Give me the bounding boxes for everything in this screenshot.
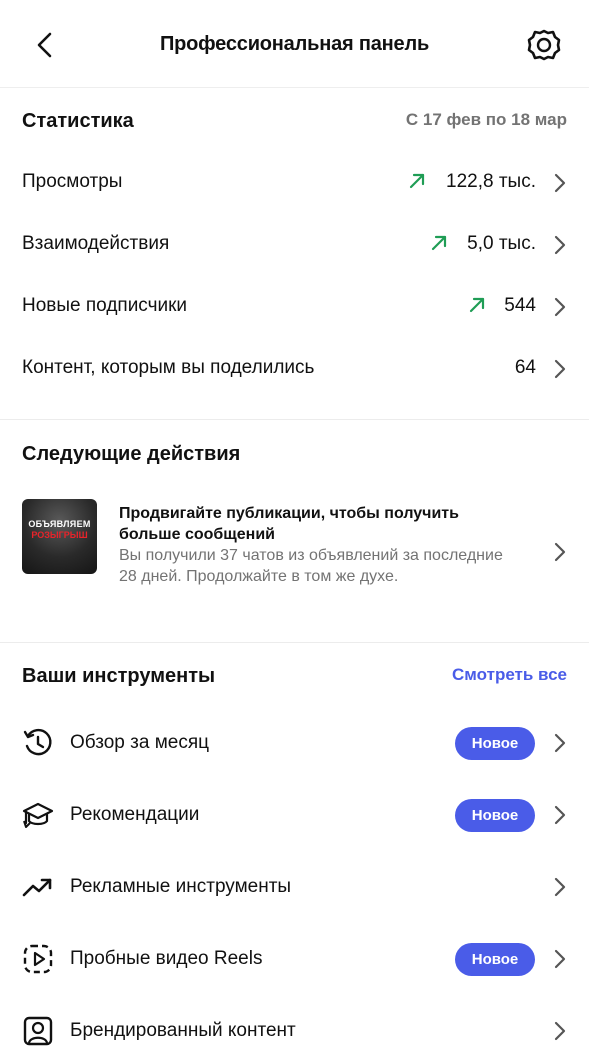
chevron-right-icon [554,1021,566,1041]
chevron-right-icon [554,877,566,897]
tool-label: Рекламные инструменты [70,876,292,897]
tool-label: Обзор за месяц [70,732,210,753]
new-badge: Новое [455,943,535,976]
statistics-heading: Статистика [22,110,134,132]
tool-row-recommendations[interactable]: Рекомендации Новое [0,785,589,845]
chevron-right-icon [554,235,566,255]
promote-posts-card[interactable]: ОБЪЯВЛЯЕМ РОЗЫГРЫШ Продвигайте публикаци… [0,495,589,611]
reels-trial-icon [23,944,53,974]
history-icon [23,728,52,756]
see-all-link[interactable]: Смотреть все [452,665,567,685]
tool-label: Брендированный контент [70,1020,296,1041]
stat-row-new-followers[interactable]: Новые подписчики 544 [0,279,589,335]
chevron-right-icon [554,542,566,562]
section-divider [0,419,589,420]
thumbnail-text: РОЗЫГРЫШ [31,530,88,540]
chevron-right-icon [554,173,566,193]
trend-up-arrow-icon [409,173,425,189]
page-title: Профессиональная панель [159,33,430,55]
stat-label: Новые подписчики [22,295,188,316]
promo-thumbnail: ОБЪЯВЛЯЕМ РОЗЫГРЫШ [22,499,97,574]
trending-up-icon [22,878,52,897]
top-bar: Профессиональная панель [0,0,589,88]
card-description: Вы получили 37 чатов из объявлений за по… [119,547,503,585]
graduation-cap-icon [22,802,54,828]
stat-row-interactions[interactable]: Взаимодействия 5,0 тыс. [0,217,589,273]
new-badge: Новое [455,799,535,832]
trend-up-arrow-icon [469,297,485,313]
stat-value: 64 [514,357,536,378]
chevron-right-icon [554,805,566,825]
chevron-right-icon [554,359,566,379]
tool-label: Пробные видео Reels [70,948,263,969]
new-badge: Новое [455,727,535,760]
thumbnail-text: ОБЪЯВЛЯЕМ [28,519,91,529]
trend-up-arrow-icon [431,235,447,251]
stat-row-views[interactable]: Просмотры 122,8 тыс. [0,155,589,211]
stat-value: 5,0 тыс. [467,233,536,254]
branded-content-icon [23,1016,53,1046]
stat-label: Взаимодействия [22,233,170,254]
stat-label: Просмотры [22,171,123,192]
tool-row-monthly-review[interactable]: Обзор за месяц Новое [0,713,589,773]
tool-label: Рекомендации [70,804,200,825]
next-actions-heading: Следующие действия [22,443,241,465]
stat-label: Контент, которым вы поделились [22,357,315,378]
tool-row-ad-tools[interactable]: Рекламные инструменты [0,857,589,917]
tool-row-branded-content[interactable]: Брендированный контент [0,1001,589,1061]
chevron-right-icon [554,733,566,753]
stat-row-shared-content[interactable]: Контент, которым вы поделились 64 [0,341,589,397]
stat-value: 122,8 тыс. [446,171,536,192]
tools-heading: Ваши инструменты [22,665,216,687]
settings-gear-icon[interactable] [525,27,563,63]
chevron-right-icon [554,949,566,969]
tool-row-trial-reels[interactable]: Пробные видео Reels Новое [0,929,589,989]
section-divider [0,642,589,643]
card-title: Продвигайте публикации, чтобы получить б… [119,505,459,543]
stat-value: 544 [504,295,536,316]
chevron-right-icon [554,297,566,317]
date-range[interactable]: С 17 фев по 18 мар [406,110,567,130]
